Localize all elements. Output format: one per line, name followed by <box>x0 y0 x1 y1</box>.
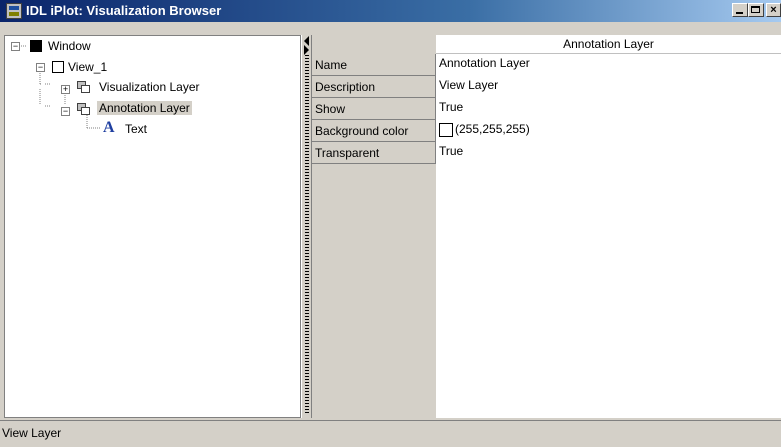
window-title: IDL iPlot: Visualization Browser <box>26 3 222 18</box>
property-value[interactable]: View Layer <box>436 76 781 98</box>
status-bar: View Layer <box>0 420 781 447</box>
visualization-browser-window: IDL iPlot: Visualization Browser × − Win… <box>0 0 781 447</box>
minimize-button[interactable] <box>732 3 748 17</box>
property-value[interactable]: True <box>436 142 781 164</box>
status-text: View Layer <box>2 426 62 440</box>
expand-right-arrow-icon[interactable] <box>304 45 309 55</box>
property-label: Show <box>312 98 436 120</box>
property-label: Name <box>312 54 436 76</box>
property-value[interactable]: True <box>436 98 781 120</box>
property-label: Description <box>312 76 436 98</box>
color-value: (255,255,255) <box>455 122 530 136</box>
app-icon <box>6 3 22 19</box>
text-icon: A <box>103 119 115 136</box>
tree-connector-lines <box>21 45 101 129</box>
close-button[interactable]: × <box>766 3 781 17</box>
layer-icon <box>77 81 91 93</box>
property-sheet: Annotation Layer Name Annotation Layer D… <box>312 35 781 418</box>
property-row-transparent[interactable]: Transparent True <box>312 142 781 164</box>
title-bar[interactable]: IDL iPlot: Visualization Browser × <box>0 0 781 22</box>
tree-item-text[interactable]: Text <box>125 122 147 136</box>
property-row-background-color[interactable]: Background color (255,255,255) <box>312 120 781 142</box>
color-swatch[interactable] <box>439 122 453 137</box>
expander-expand[interactable]: + <box>61 85 70 94</box>
tree-item-view-1[interactable]: View_1 <box>68 60 107 74</box>
property-row-show[interactable]: Show True <box>312 98 781 120</box>
layer-icon <box>77 103 91 115</box>
splitter-grip[interactable] <box>305 55 309 415</box>
property-value[interactable]: (255,255,255) <box>436 120 781 142</box>
tree-item-visualization-layer[interactable]: Visualization Layer <box>99 80 200 94</box>
expander-collapse[interactable]: − <box>61 107 70 116</box>
view-icon <box>52 61 64 73</box>
tree-item-annotation-layer[interactable]: Annotation Layer <box>97 101 192 115</box>
expander-collapse[interactable]: − <box>36 63 45 72</box>
visualization-tree[interactable]: − Window − View_1 + Visualization Layer … <box>4 35 301 418</box>
pane-splitter[interactable] <box>301 35 312 418</box>
property-label: Background color <box>312 120 436 142</box>
maximize-button[interactable] <box>748 3 764 17</box>
property-row-description[interactable]: Description View Layer <box>312 76 781 98</box>
expander-collapse[interactable]: − <box>11 42 20 51</box>
property-label: Transparent <box>312 142 436 164</box>
property-value[interactable]: Annotation Layer <box>436 54 781 76</box>
window-icon <box>30 40 42 52</box>
property-row-name[interactable]: Name Annotation Layer <box>312 54 781 76</box>
property-sheet-header: Annotation Layer <box>436 35 781 54</box>
tree-item-window[interactable]: Window <box>48 39 91 53</box>
